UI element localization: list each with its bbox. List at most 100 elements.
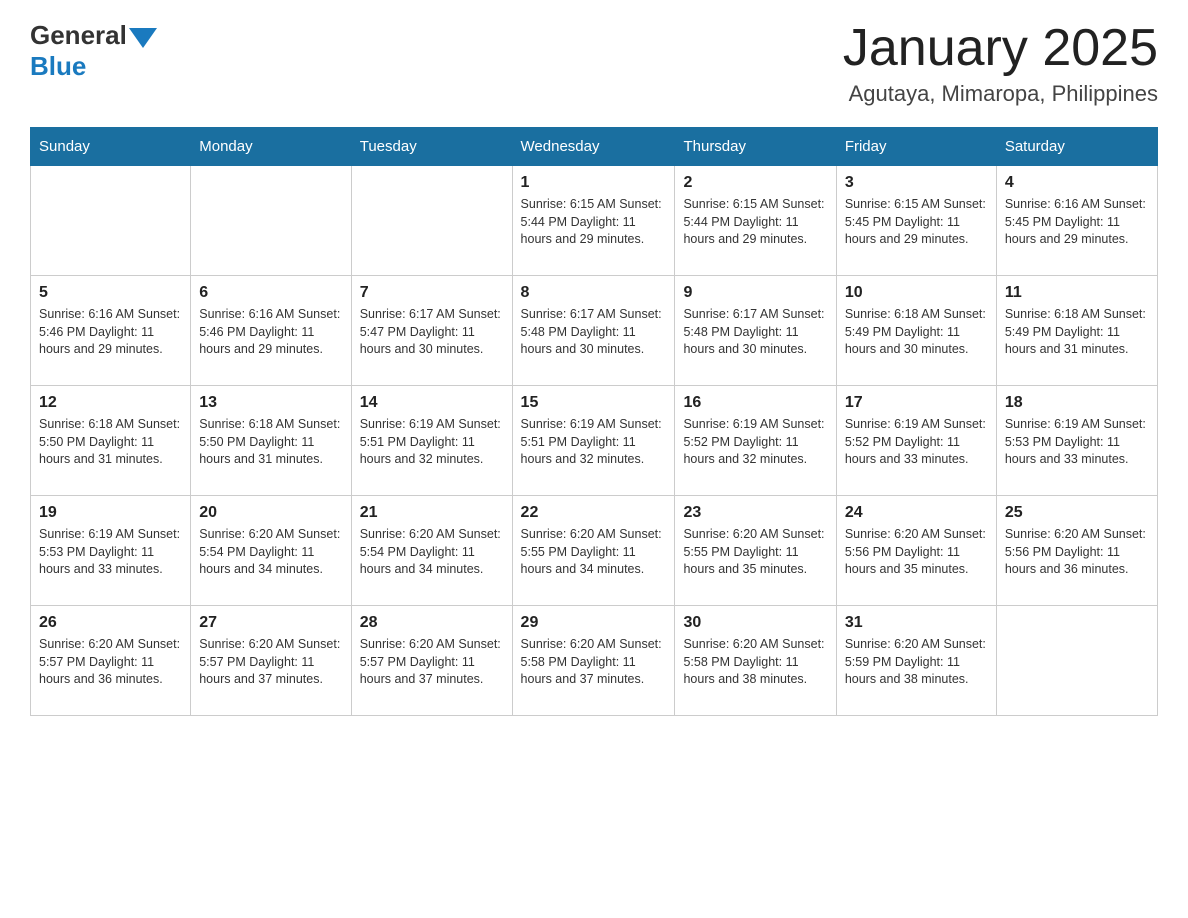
day-info: Sunrise: 6:20 AM Sunset: 5:57 PM Dayligh… bbox=[360, 636, 504, 689]
day-number: 11 bbox=[1005, 284, 1149, 302]
day-number: 26 bbox=[39, 614, 182, 632]
day-number: 19 bbox=[39, 504, 182, 522]
calendar-cell: 21Sunrise: 6:20 AM Sunset: 5:54 PM Dayli… bbox=[351, 496, 512, 606]
day-info: Sunrise: 6:19 AM Sunset: 5:53 PM Dayligh… bbox=[39, 526, 182, 579]
day-info: Sunrise: 6:19 AM Sunset: 5:53 PM Dayligh… bbox=[1005, 416, 1149, 469]
day-number: 23 bbox=[683, 504, 827, 522]
day-info: Sunrise: 6:20 AM Sunset: 5:59 PM Dayligh… bbox=[845, 636, 988, 689]
day-info: Sunrise: 6:20 AM Sunset: 5:58 PM Dayligh… bbox=[521, 636, 667, 689]
day-info: Sunrise: 6:15 AM Sunset: 5:44 PM Dayligh… bbox=[683, 196, 827, 249]
calendar-cell: 15 Sunrise: 6:19 AM Sunset: 5:51 PM Dayli… bbox=[512, 386, 675, 496]
day-info: Sunrise: 6:17 AM Sunset: 5:47 PM Dayligh… bbox=[360, 306, 504, 359]
title-section: January 2025 Agutaya, Mimaropa, Philippi… bbox=[843, 20, 1158, 107]
day-info: Sunrise: 6:15 AM Sunset: 5:44 PM Dayligh… bbox=[521, 196, 667, 249]
day-number: 20 bbox=[199, 504, 342, 522]
day-info: Sunrise: 6:20 AM Sunset: 5:57 PM Dayligh… bbox=[39, 636, 182, 689]
day-number: 1 bbox=[521, 174, 667, 192]
day-number: 4 bbox=[1005, 174, 1149, 192]
day-info: Sunrise: 6:18 AM Sunset: 5:49 PM Dayligh… bbox=[845, 306, 988, 359]
day-number: 12 bbox=[39, 394, 182, 412]
calendar-cell: 18 Sunrise: 6:19 AM Sunset: 5:53 PM Dayli… bbox=[996, 386, 1157, 496]
day-number: 14 bbox=[360, 394, 504, 412]
calendar-cell: 2 Sunrise: 6:15 AM Sunset: 5:44 PM Daylig… bbox=[675, 166, 836, 276]
calendar-cell bbox=[996, 606, 1157, 716]
calendar-cell bbox=[191, 166, 351, 276]
day-info: Sunrise: 6:18 AM Sunset: 5:50 PM Dayligh… bbox=[39, 416, 182, 469]
calendar-cell: 20Sunrise: 6:20 AM Sunset: 5:54 PM Dayli… bbox=[191, 496, 351, 606]
day-number: 3 bbox=[845, 174, 988, 192]
day-number: 5 bbox=[39, 284, 182, 302]
calendar-cell: 24Sunrise: 6:20 AM Sunset: 5:56 PM Dayli… bbox=[836, 496, 996, 606]
day-info: Sunrise: 6:17 AM Sunset: 5:48 PM Dayligh… bbox=[683, 306, 827, 359]
day-number: 22 bbox=[521, 504, 667, 522]
day-info: Sunrise: 6:20 AM Sunset: 5:58 PM Dayligh… bbox=[683, 636, 827, 689]
day-number: 25 bbox=[1005, 504, 1149, 522]
day-info: Sunrise: 6:19 AM Sunset: 5:51 PM Dayligh… bbox=[360, 416, 504, 469]
calendar-cell: 9 Sunrise: 6:17 AM Sunset: 5:48 PM Daylig… bbox=[675, 276, 836, 386]
week-row-5: 26 Sunrise: 6:20 AM Sunset: 5:57 PM Dayli… bbox=[31, 606, 1158, 716]
logo: General Blue bbox=[30, 20, 157, 82]
logo-triangle-icon bbox=[129, 28, 157, 48]
day-number: 10 bbox=[845, 284, 988, 302]
day-number: 28 bbox=[360, 614, 504, 632]
week-row-2: 5 Sunrise: 6:16 AM Sunset: 5:46 PM Daylig… bbox=[31, 276, 1158, 386]
calendar-cell: 13Sunrise: 6:18 AM Sunset: 5:50 PM Dayli… bbox=[191, 386, 351, 496]
day-number: 7 bbox=[360, 284, 504, 302]
location-text: Agutaya, Mimaropa, Philippines bbox=[843, 81, 1158, 107]
calendar-cell: 7 Sunrise: 6:17 AM Sunset: 5:47 PM Daylig… bbox=[351, 276, 512, 386]
calendar-cell: 27Sunrise: 6:20 AM Sunset: 5:57 PM Dayli… bbox=[191, 606, 351, 716]
day-number: 16 bbox=[683, 394, 827, 412]
day-info: Sunrise: 6:17 AM Sunset: 5:48 PM Dayligh… bbox=[521, 306, 667, 359]
weekday-header-wednesday: Wednesday bbox=[512, 128, 675, 166]
day-info: Sunrise: 6:16 AM Sunset: 5:45 PM Dayligh… bbox=[1005, 196, 1149, 249]
day-number: 24 bbox=[845, 504, 988, 522]
calendar-cell: 14 Sunrise: 6:19 AM Sunset: 5:51 PM Dayli… bbox=[351, 386, 512, 496]
day-info: Sunrise: 6:16 AM Sunset: 5:46 PM Dayligh… bbox=[199, 306, 342, 359]
weekday-header-thursday: Thursday bbox=[675, 128, 836, 166]
calendar-cell bbox=[351, 166, 512, 276]
day-number: 15 bbox=[521, 394, 667, 412]
week-row-1: 1 Sunrise: 6:15 AM Sunset: 5:44 PM Daylig… bbox=[31, 166, 1158, 276]
weekday-header-saturday: Saturday bbox=[996, 128, 1157, 166]
day-number: 8 bbox=[521, 284, 667, 302]
calendar-cell: 16 Sunrise: 6:19 AM Sunset: 5:52 PM Dayli… bbox=[675, 386, 836, 496]
day-number: 9 bbox=[683, 284, 827, 302]
day-info: Sunrise: 6:19 AM Sunset: 5:52 PM Dayligh… bbox=[683, 416, 827, 469]
calendar-cell: 29Sunrise: 6:20 AM Sunset: 5:58 PM Dayli… bbox=[512, 606, 675, 716]
day-number: 31 bbox=[845, 614, 988, 632]
calendar-cell: 4 Sunrise: 6:16 AM Sunset: 5:45 PM Daylig… bbox=[996, 166, 1157, 276]
calendar-cell bbox=[31, 166, 191, 276]
calendar-cell: 22 Sunrise: 6:20 AM Sunset: 5:55 PM Dayli… bbox=[512, 496, 675, 606]
calendar-cell: 28 Sunrise: 6:20 AM Sunset: 5:57 PM Dayli… bbox=[351, 606, 512, 716]
day-number: 13 bbox=[199, 394, 342, 412]
calendar-cell: 25 Sunrise: 6:20 AM Sunset: 5:56 PM Dayli… bbox=[996, 496, 1157, 606]
logo-general-text: General bbox=[30, 20, 127, 51]
month-title: January 2025 bbox=[843, 20, 1158, 77]
week-row-4: 19 Sunrise: 6:19 AM Sunset: 5:53 PM Dayli… bbox=[31, 496, 1158, 606]
page-header: General Blue January 2025 Agutaya, Mimar… bbox=[30, 20, 1158, 107]
day-number: 18 bbox=[1005, 394, 1149, 412]
calendar-cell: 6 Sunrise: 6:16 AM Sunset: 5:46 PM Daylig… bbox=[191, 276, 351, 386]
calendar-table: SundayMondayTuesdayWednesdayThursdayFrid… bbox=[30, 127, 1158, 716]
calendar-cell: 8 Sunrise: 6:17 AM Sunset: 5:48 PM Daylig… bbox=[512, 276, 675, 386]
calendar-cell: 3 Sunrise: 6:15 AM Sunset: 5:45 PM Daylig… bbox=[836, 166, 996, 276]
day-info: Sunrise: 6:19 AM Sunset: 5:51 PM Dayligh… bbox=[521, 416, 667, 469]
day-number: 17 bbox=[845, 394, 988, 412]
day-number: 2 bbox=[683, 174, 827, 192]
day-info: Sunrise: 6:18 AM Sunset: 5:49 PM Dayligh… bbox=[1005, 306, 1149, 359]
calendar-cell: 11 Sunrise: 6:18 AM Sunset: 5:49 PM Dayli… bbox=[996, 276, 1157, 386]
logo-blue-text: Blue bbox=[30, 51, 86, 82]
calendar-cell: 23 Sunrise: 6:20 AM Sunset: 5:55 PM Dayli… bbox=[675, 496, 836, 606]
calendar-cell: 26 Sunrise: 6:20 AM Sunset: 5:57 PM Dayli… bbox=[31, 606, 191, 716]
weekday-header-row: SundayMondayTuesdayWednesdayThursdayFrid… bbox=[31, 128, 1158, 166]
day-info: Sunrise: 6:20 AM Sunset: 5:55 PM Dayligh… bbox=[521, 526, 667, 579]
week-row-3: 12 Sunrise: 6:18 AM Sunset: 5:50 PM Dayli… bbox=[31, 386, 1158, 496]
day-info: Sunrise: 6:20 AM Sunset: 5:55 PM Dayligh… bbox=[683, 526, 827, 579]
day-number: 6 bbox=[199, 284, 342, 302]
day-info: Sunrise: 6:15 AM Sunset: 5:45 PM Dayligh… bbox=[845, 196, 988, 249]
day-info: Sunrise: 6:19 AM Sunset: 5:52 PM Dayligh… bbox=[845, 416, 988, 469]
day-info: Sunrise: 6:16 AM Sunset: 5:46 PM Dayligh… bbox=[39, 306, 182, 359]
calendar-cell: 31 Sunrise: 6:20 AM Sunset: 5:59 PM Dayli… bbox=[836, 606, 996, 716]
day-info: Sunrise: 6:20 AM Sunset: 5:54 PM Dayligh… bbox=[360, 526, 504, 579]
day-info: Sunrise: 6:20 AM Sunset: 5:56 PM Dayligh… bbox=[1005, 526, 1149, 579]
